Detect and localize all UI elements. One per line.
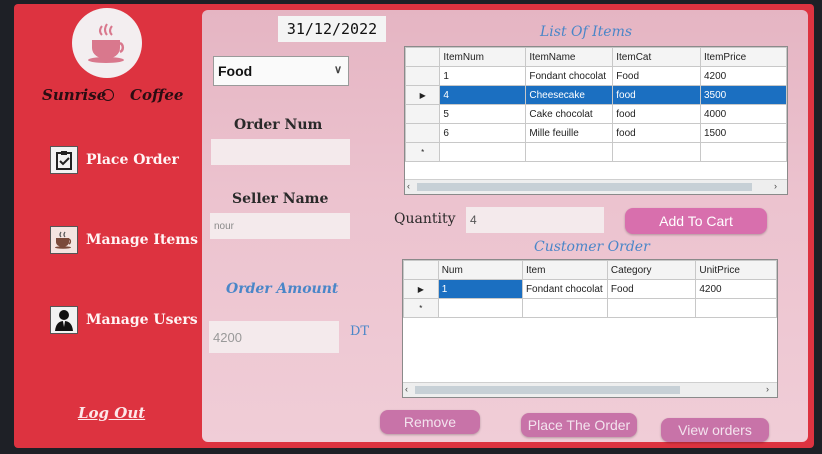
table-cell[interactable] — [606, 298, 697, 318]
new-row[interactable]: * — [405, 142, 787, 162]
scroll-thumb[interactable] — [417, 183, 752, 191]
row-header[interactable] — [405, 123, 441, 143]
table-cell[interactable]: Food — [606, 279, 697, 299]
horizontal-scrollbar[interactable]: ‹ › — [405, 179, 787, 194]
items-grid[interactable]: ItemNum ItemName ItemCat ItemPrice 1 Fon… — [404, 46, 788, 195]
table-cell[interactable]: food — [612, 104, 701, 124]
table-cell[interactable]: 4200 — [699, 66, 787, 86]
table-cell[interactable]: 5 — [439, 104, 527, 124]
table-row[interactable]: 1 Fondant chocolat Food 4200 — [405, 66, 787, 86]
seller-name-input[interactable]: nour — [210, 213, 350, 239]
seller-name-label: Seller Name — [232, 191, 329, 207]
row-header-corner — [403, 260, 439, 280]
add-to-cart-button[interactable]: Add To Cart — [625, 208, 767, 234]
table-cell-selected[interactable]: 1 — [437, 279, 523, 299]
table-cell[interactable]: food — [612, 123, 701, 143]
col-header-itemnum[interactable]: ItemNum — [439, 47, 527, 67]
nav-manage-items-label: Manage Items — [86, 232, 199, 248]
order-num-input[interactable] — [211, 139, 350, 165]
table-cell[interactable] — [612, 142, 701, 162]
table-cell[interactable]: Cake chocolat — [525, 104, 614, 124]
new-row-asterisk-icon[interactable]: * — [405, 142, 441, 162]
logout-link[interactable]: Log Out — [78, 404, 145, 422]
col-header-itemprice[interactable]: ItemPrice — [699, 47, 787, 67]
table-cell[interactable]: Mille feuille — [525, 123, 614, 143]
place-the-order-button[interactable]: Place The Order — [521, 413, 637, 437]
coffee-cup-icon — [88, 23, 125, 63]
table-cell[interactable]: Fondant chocolat — [525, 66, 614, 86]
table-cell[interactable]: food — [612, 85, 701, 105]
col-header-category[interactable]: Category — [606, 260, 697, 280]
scroll-left-icon[interactable]: ‹ — [405, 384, 408, 394]
currency-label: DT — [350, 324, 370, 339]
scroll-right-icon[interactable]: › — [766, 384, 769, 394]
order-num-label: Order Num — [234, 117, 323, 133]
col-header-num[interactable]: Num — [437, 260, 523, 280]
customer-order-title: Customer Order — [534, 239, 650, 255]
remove-button[interactable]: Remove — [380, 410, 480, 434]
view-orders-button[interactable]: View orders — [661, 418, 769, 442]
nav-manage-users[interactable]: Manage Users — [50, 306, 198, 334]
order-grid[interactable]: Num Item Category UnitPrice ▶ 1 Fondant … — [402, 259, 778, 398]
scroll-left-icon[interactable]: ‹ — [407, 181, 410, 191]
new-row[interactable]: * — [403, 298, 777, 318]
table-cell[interactable] — [439, 142, 527, 162]
clipboard-check-icon — [50, 146, 78, 174]
table-cell[interactable]: Fondant chocolat — [521, 279, 608, 299]
brand-circle-icon — [102, 89, 114, 101]
nav-place-order[interactable]: Place Order — [50, 146, 179, 174]
order-amount-input[interactable]: 4200 — [209, 321, 339, 353]
nav-manage-items[interactable]: Manage Items — [50, 226, 198, 254]
row-header[interactable] — [405, 104, 441, 124]
quantity-input[interactable]: 4 — [466, 207, 604, 233]
table-cell[interactable] — [699, 142, 787, 162]
table-cell[interactable]: Cheesecake — [525, 85, 614, 105]
chevron-down-icon: ∨ — [333, 64, 342, 76]
table-cell[interactable] — [521, 298, 608, 318]
row-header-corner — [405, 47, 441, 67]
coffee-cup-icon — [50, 226, 78, 254]
table-cell[interactable]: 6 — [439, 123, 527, 143]
table-cell[interactable]: 1500 — [699, 123, 787, 143]
col-header-itemcat[interactable]: ItemCat — [612, 47, 701, 67]
order-amount-label: Order Amount — [226, 281, 339, 297]
table-row-selected[interactable]: ▶ 4 Cheesecake food 3500 — [405, 85, 787, 105]
table-cell[interactable]: 1 — [439, 66, 527, 86]
table-row[interactable]: ▶ 1 Fondant chocolat Food 4200 — [403, 279, 777, 299]
nav-manage-users-label: Manage Users — [86, 312, 198, 328]
scroll-right-icon[interactable]: › — [774, 181, 777, 191]
user-icon — [50, 306, 78, 334]
col-header-unitprice[interactable]: UnitPrice — [695, 260, 777, 280]
table-cell[interactable]: 4000 — [699, 104, 787, 124]
items-table: ItemNum ItemName ItemCat ItemPrice 1 Fon… — [405, 47, 787, 162]
date-display: 31/12/2022 — [278, 16, 386, 42]
table-cell[interactable] — [525, 142, 614, 162]
table-cell[interactable]: 3500 — [699, 85, 787, 105]
col-header-item[interactable]: Item — [521, 260, 608, 280]
row-header[interactable] — [405, 66, 441, 86]
table-cell[interactable]: 4 — [439, 85, 527, 105]
brand-name-left: Sunrise — [42, 86, 107, 104]
table-cell[interactable]: Food — [612, 66, 701, 86]
nav-place-order-label: Place Order — [86, 152, 179, 168]
table-cell[interactable]: 4200 — [695, 279, 777, 299]
list-of-items-title: List Of Items — [540, 24, 633, 40]
order-table: Num Item Category UnitPrice ▶ 1 Fondant … — [403, 260, 777, 318]
row-pointer-icon[interactable]: ▶ — [405, 85, 441, 105]
category-select-value: Food — [218, 63, 253, 79]
row-pointer-icon[interactable]: ▶ — [403, 279, 439, 299]
category-select[interactable]: Food ∨ — [213, 56, 349, 86]
table-row[interactable]: 5 Cake chocolat food 4000 — [405, 104, 787, 124]
new-row-asterisk-icon[interactable]: * — [403, 298, 439, 318]
table-row[interactable]: 6 Mille feuille food 1500 — [405, 123, 787, 143]
table-cell[interactable] — [437, 298, 523, 318]
quantity-label: Quantity — [394, 211, 456, 227]
scroll-thumb[interactable] — [415, 386, 680, 394]
brand-name-right: Coffee — [130, 86, 184, 104]
coffee-logo — [72, 8, 142, 78]
horizontal-scrollbar[interactable]: ‹ › — [403, 382, 777, 397]
table-cell[interactable] — [695, 298, 777, 318]
col-header-itemname[interactable]: ItemName — [525, 47, 614, 67]
